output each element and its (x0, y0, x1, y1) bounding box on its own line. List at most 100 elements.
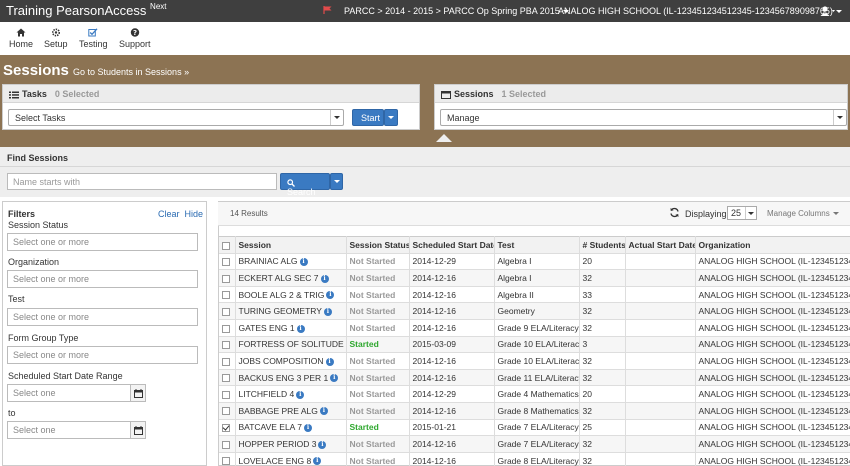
row-select-cell[interactable] (219, 402, 236, 420)
search-options-button[interactable] (330, 173, 343, 190)
row-checkbox[interactable] (222, 374, 230, 383)
session-name-cell[interactable]: HOPPER PERIOD 3i (235, 435, 347, 453)
nav-setup[interactable]: Setup (44, 28, 68, 49)
row-select-cell[interactable] (219, 269, 236, 287)
table-row[interactable]: BOOLE ALG 2 & TRIG i Not Started 2014-12-16… (219, 286, 850, 304)
session-name[interactable]: BATCAVE ELA 7 (239, 422, 302, 432)
row-select-cell[interactable] (219, 253, 236, 271)
session-name[interactable]: TURING GEOMETRY (239, 306, 322, 316)
row-checkbox[interactable] (222, 274, 230, 283)
students-in-sessions-link[interactable]: Go to Students in Sessions » (73, 67, 189, 77)
session-name-cell[interactable]: LITCHFIELD 4i (235, 385, 347, 403)
refresh-icon[interactable] (669, 207, 680, 218)
info-icon[interactable]: i (296, 390, 305, 399)
table-row[interactable]: TURING GEOMETRY i Not Started 2014-12-16 Geo… (219, 302, 850, 320)
info-icon[interactable]: i (299, 258, 308, 267)
info-icon[interactable]: i (303, 424, 312, 433)
session-name-cell[interactable]: BRAINIAC ALG i (235, 253, 347, 271)
session-name-cell[interactable]: JOBS COMPOSITION i (235, 352, 347, 370)
column-header-actual-start-date[interactable]: Actual Start Date (625, 236, 696, 254)
row-select-cell[interactable] (219, 369, 236, 387)
form-group-type-filter[interactable]: Select one or more (7, 346, 198, 364)
row-checkbox[interactable] (222, 407, 230, 416)
start-date-to-input[interactable]: Select one (7, 421, 131, 439)
session-name[interactable]: GATES ENG 1 (239, 323, 295, 333)
session-name[interactable]: BABBAGE PRE ALG (239, 406, 318, 416)
session-name-cell[interactable]: BATCAVE ELA 7i (235, 419, 347, 437)
session-name-cell[interactable]: TURING GEOMETRY i (235, 302, 347, 320)
row-checkbox[interactable] (222, 291, 230, 300)
row-checkbox[interactable] (222, 341, 230, 350)
select-all-checkbox[interactable] (222, 241, 230, 250)
row-select-cell[interactable] (219, 302, 236, 320)
column-header-organization[interactable]: Organization (695, 236, 850, 254)
select-all-cell[interactable] (219, 236, 236, 254)
table-row[interactable]: JOBS COMPOSITION i Not Started 2014-12-16 Gr… (219, 352, 850, 370)
info-icon[interactable]: i (318, 440, 327, 449)
search-button[interactable]: Search (280, 173, 330, 197)
table-row[interactable]: GATES ENG 1 i Not Started 2014-12-16 Grade 9… (219, 319, 850, 337)
app-brand[interactable]: Training PearsonAccess Next (6, 2, 167, 18)
row-select-cell[interactable] (219, 336, 236, 354)
table-row[interactable]: BRAINIAC ALG i Not Started 2014-12-29 Algebr… (219, 253, 850, 271)
table-row[interactable]: ECKERT ALG SEC 7 i Not Started 2014-12-16 Al… (219, 269, 850, 287)
select-tasks-dropdown[interactable]: Select Tasks (8, 109, 344, 126)
session-name-search-input[interactable]: Name starts with (7, 173, 277, 190)
session-name-cell[interactable]: GATES ENG 1i (235, 319, 347, 337)
session-status-filter[interactable]: Select one or more (7, 233, 198, 251)
info-icon[interactable]: i (296, 324, 305, 333)
start-date-from-calendar-button[interactable] (130, 384, 146, 402)
row-select-cell[interactable] (219, 286, 236, 304)
admin-breadcrumb-dropdown[interactable]: PARCC > 2014 - 2015 > PARCC Op Spring PB… (344, 6, 569, 16)
column-header-session-status[interactable]: Session Status (346, 236, 410, 254)
info-icon[interactable]: i (319, 407, 328, 416)
table-row[interactable]: LITCHFIELD 4 i Not Started 2014-12-29 Grade … (219, 385, 850, 403)
clear-filters-link[interactable]: Clear (158, 209, 180, 219)
info-icon[interactable]: i (323, 307, 332, 316)
organization-dropdown[interactable]: ANALOG HIGH SCHOOL (IL-123451234512345-1… (558, 6, 842, 16)
session-name-cell[interactable]: ECKERT ALG SEC 7i (235, 269, 347, 287)
session-name[interactable]: BRAINIAC ALG (239, 256, 298, 266)
table-row[interactable]: FORTRESS OF SOLITUDEiStarted2015-03-09Gr… (219, 336, 850, 354)
test-filter[interactable]: Select one or more (7, 308, 198, 326)
table-row[interactable]: BACKUS ENG 3 PER 1 i Not Started 2014-12-16… (219, 369, 850, 387)
row-checkbox[interactable] (222, 307, 230, 316)
info-icon[interactable]: i (313, 457, 322, 466)
row-checkbox[interactable] (222, 324, 230, 333)
row-checkbox[interactable] (222, 424, 230, 433)
row-select-cell[interactable] (219, 352, 236, 370)
row-checkbox[interactable] (222, 457, 230, 466)
nav-support[interactable]: ? Support (119, 28, 151, 49)
info-icon[interactable]: i (326, 291, 335, 300)
row-select-cell[interactable] (219, 419, 236, 437)
session-name[interactable]: LITCHFIELD 4 (239, 389, 295, 399)
session-name-cell[interactable]: LOVELACE ENG 8i (235, 452, 347, 466)
info-icon[interactable]: i (325, 357, 334, 366)
manage-columns-dropdown[interactable]: Manage Columns (767, 209, 839, 218)
session-name[interactable]: BOOLE ALG 2 & TRIG (239, 290, 325, 300)
start-options-button[interactable] (384, 109, 398, 126)
organization-filter[interactable]: Select one or more (7, 270, 198, 288)
session-name[interactable]: FORTRESS OF SOLITUDE (239, 339, 344, 349)
start-date-to-calendar-button[interactable] (130, 421, 146, 439)
nav-home[interactable]: Home (9, 28, 33, 49)
page-size-select[interactable]: 25 (727, 206, 757, 220)
session-name[interactable]: HOPPER PERIOD 3 (239, 439, 317, 449)
session-name-cell[interactable]: BACKUS ENG 3 PER 1i (235, 369, 347, 387)
column-header-students[interactable]: # Students (579, 236, 626, 254)
row-select-cell[interactable] (219, 435, 236, 453)
table-row[interactable]: BATCAVE ELA 7 i Started 2015-01-21 Grade 7 E… (219, 419, 850, 437)
column-header-session[interactable]: Session (235, 236, 347, 254)
session-name-cell[interactable]: BOOLE ALG 2 & TRIG i (235, 286, 347, 304)
session-name[interactable]: LOVELACE ENG 8 (239, 456, 312, 466)
info-icon[interactable]: i (330, 374, 339, 383)
row-checkbox[interactable] (222, 357, 230, 366)
user-menu-icon[interactable] (820, 5, 836, 17)
start-button[interactable]: Start (352, 109, 384, 126)
session-name[interactable]: JOBS COMPOSITION (239, 356, 324, 366)
row-select-cell[interactable] (219, 319, 236, 337)
session-name[interactable]: BACKUS ENG 3 PER 1 (239, 373, 329, 383)
row-select-cell[interactable] (219, 385, 236, 403)
column-header-test[interactable]: Test (494, 236, 580, 254)
table-row[interactable]: BABBAGE PRE ALG i Not Started 2014-12-16 Gra… (219, 402, 850, 420)
